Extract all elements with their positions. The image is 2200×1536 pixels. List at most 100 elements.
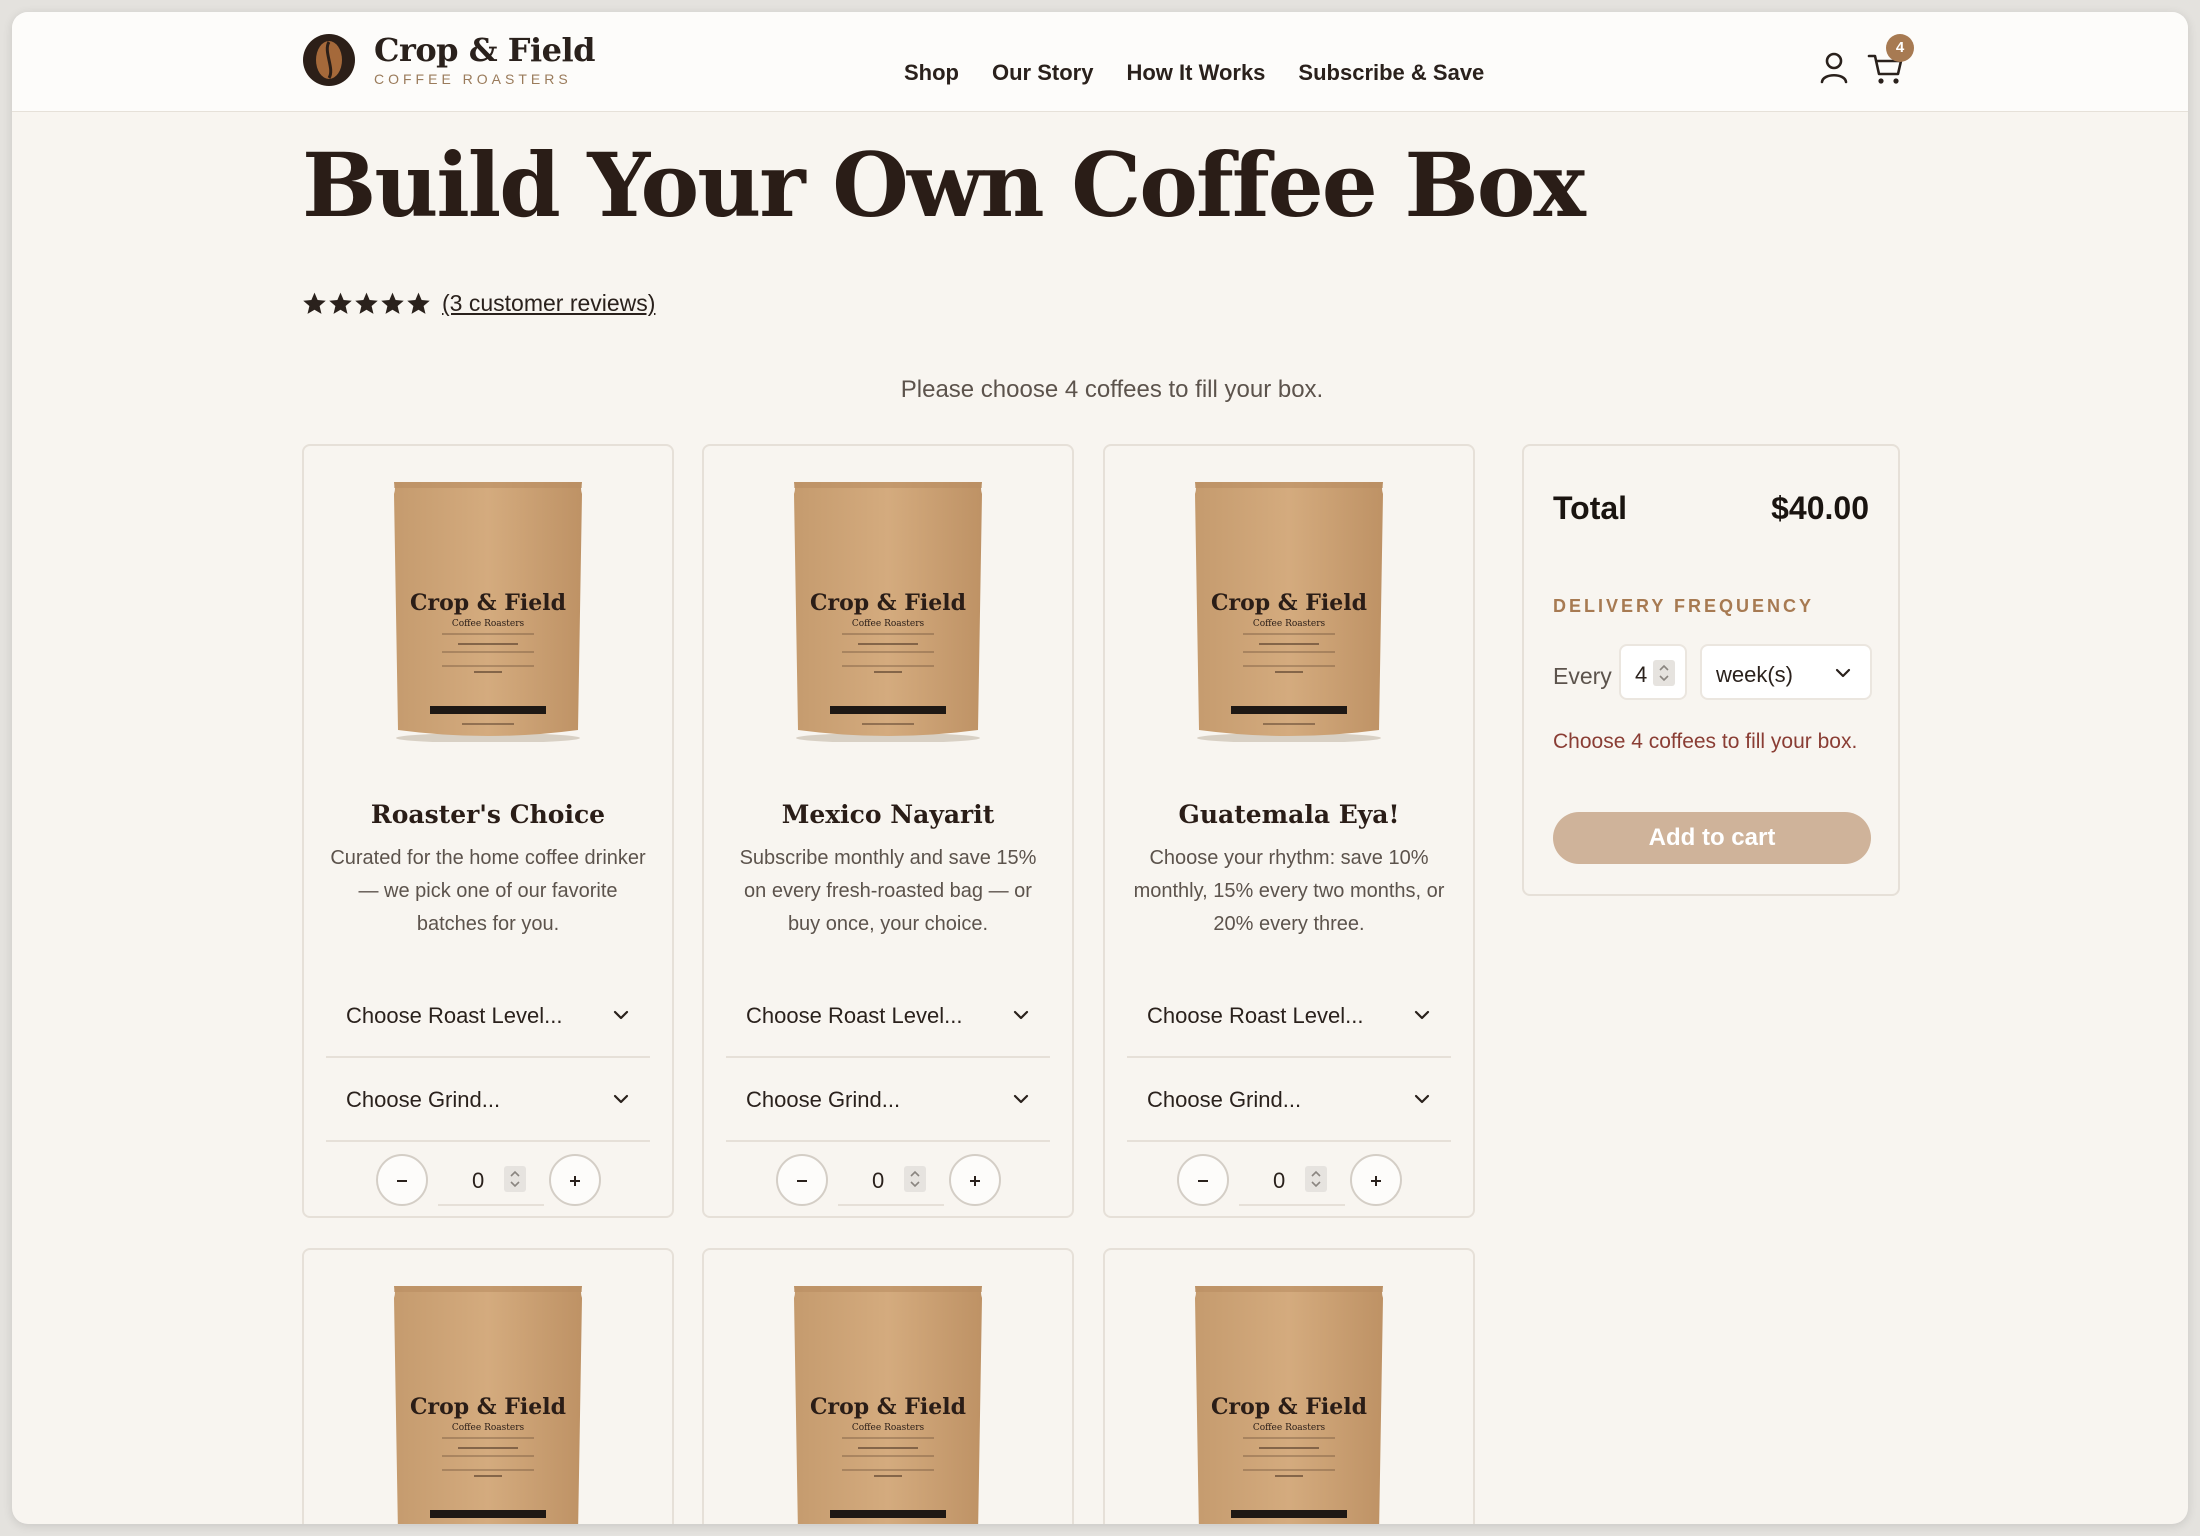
coffee-bag-image: Crop & Field Coffee Roasters: [1195, 1286, 1383, 1524]
minus-icon: [797, 1180, 807, 1182]
plus-icon: [570, 1176, 580, 1186]
brand-logo[interactable]: Crop & Field COFFEE ROASTERS: [302, 33, 595, 87]
number-spinner-icon[interactable]: [1305, 1166, 1327, 1192]
frequency-number-value: 4: [1635, 662, 1648, 687]
chevron-down-icon: [1013, 1094, 1029, 1104]
bag-sub-text: Coffee Roasters: [1253, 619, 1326, 629]
coffee-bag-image: Crop & Field Coffee Roasters: [794, 1286, 982, 1524]
increase-quantity-button[interactable]: [549, 1154, 601, 1206]
grind-value: Choose Grind...: [746, 1087, 901, 1112]
brand-name: Crop & Field: [374, 31, 595, 69]
decrease-quantity-button[interactable]: [776, 1154, 828, 1206]
user-icon[interactable]: [1812, 46, 1856, 90]
number-spinner-icon[interactable]: [904, 1166, 926, 1192]
grind-value: Choose Grind...: [346, 1087, 501, 1112]
quantity-value: 0: [872, 1168, 885, 1193]
grind-value: Choose Grind...: [1147, 1087, 1302, 1112]
grind-select[interactable]: Choose Grind...: [326, 1058, 650, 1142]
coffee-bag-image: Crop & Field Coffee Roasters: [394, 482, 582, 742]
nav-how-it-works[interactable]: How It Works: [1126, 60, 1265, 86]
total-value: $40.00: [1771, 490, 1869, 526]
every-label: Every: [1553, 663, 1612, 689]
delivery-frequency-label: DELIVERY FREQUENCY: [1553, 596, 1815, 616]
page-title: Build Your Own Coffee Box: [302, 133, 1586, 237]
chevron-down-icon: [1835, 668, 1851, 678]
roast-level-value: Choose Roast Level...: [746, 1003, 963, 1028]
product-card: Crop & Field Coffee Roasters: [1103, 1248, 1475, 1524]
order-summary: Total $40.00 DELIVERY FREQUENCY Every 4 …: [1522, 444, 1900, 896]
product-card: Crop & Field Coffee Roasters Mexico Naya…: [702, 444, 1074, 1218]
product-name: Mexico Nayarit: [781, 800, 995, 829]
product-rating: (3 customer reviews): [302, 290, 655, 317]
product-card: Crop & Field Coffee Roasters: [702, 1248, 1074, 1524]
bag-sub-text: Coffee Roasters: [1253, 1423, 1326, 1433]
cart-count-badge: 4: [1886, 34, 1914, 62]
product-name: Roaster's Choice: [370, 800, 606, 829]
bag-sub-text: Coffee Roasters: [452, 619, 525, 629]
quantity-input[interactable]: 0: [438, 1156, 544, 1206]
bag-sub-text: Coffee Roasters: [852, 619, 925, 629]
roast-level-value: Choose Roast Level...: [346, 1003, 563, 1028]
coffee-bag-image: Crop & Field Coffee Roasters: [794, 482, 982, 742]
bag-brand-text: Crop & Field: [810, 590, 966, 616]
bag-brand-text: Crop & Field: [410, 1394, 566, 1420]
total-label: Total: [1553, 490, 1628, 526]
quantity-value: 0: [472, 1168, 485, 1193]
increase-quantity-button[interactable]: [1350, 1154, 1402, 1206]
coffee-bag-image: Crop & Field Coffee Roasters: [1195, 482, 1383, 742]
coffee-bean-icon: [303, 34, 355, 86]
frequency-number-input[interactable]: 4: [1619, 644, 1687, 700]
chevron-down-icon: [1013, 1010, 1029, 1020]
quantity-stepper: 0: [704, 1150, 1072, 1210]
product-card: Crop & Field Coffee Roasters Guatemala E…: [1103, 444, 1475, 1218]
number-spinner-icon[interactable]: [504, 1166, 526, 1192]
number-spinner-icon[interactable]: [1653, 660, 1675, 686]
reviews-link[interactable]: (3 customer reviews): [442, 290, 655, 317]
main-nav: Shop Our Story How It Works Subscribe & …: [904, 60, 1517, 86]
add-to-cart-button[interactable]: Add to cart: [1553, 812, 1871, 864]
star-icon: [355, 292, 378, 314]
roast-level-select[interactable]: Choose Roast Level...: [326, 974, 650, 1058]
plus-icon: [1371, 1176, 1381, 1186]
decrease-quantity-button[interactable]: [1177, 1154, 1229, 1206]
product-description: Choose your rhythm: save 10% monthly, 15…: [1133, 847, 1445, 935]
rating-stars: [302, 291, 432, 316]
nav-subscribe-save[interactable]: Subscribe & Save: [1298, 60, 1484, 86]
star-icon: [303, 292, 326, 314]
quantity-stepper: 0: [304, 1150, 672, 1210]
chevron-down-icon: [1414, 1094, 1430, 1104]
roast-level-select[interactable]: Choose Roast Level...: [726, 974, 1050, 1058]
bag-brand-text: Crop & Field: [1211, 1394, 1367, 1420]
grind-select[interactable]: Choose Grind...: [726, 1058, 1050, 1142]
quantity-input[interactable]: 0: [838, 1156, 944, 1206]
bag-brand-text: Crop & Field: [1211, 590, 1367, 616]
star-icon: [407, 292, 430, 314]
product-card: Crop & Field Coffee Roasters Roaster's C…: [302, 444, 674, 1218]
decrease-quantity-button[interactable]: [376, 1154, 428, 1206]
chevron-down-icon: [613, 1010, 629, 1020]
frequency-unit-select[interactable]: week(s): [1700, 644, 1872, 700]
box-instructions: Please choose 4 coffees to fill your box…: [900, 376, 1324, 403]
bag-sub-text: Coffee Roasters: [852, 1423, 925, 1433]
nav-shop[interactable]: Shop: [904, 60, 959, 86]
brand-tagline: COFFEE ROASTERS: [374, 71, 572, 87]
browser-window: Crop & Field COFFEE ROASTERS Shop Our St…: [12, 12, 2188, 1524]
quantity-input[interactable]: 0: [1239, 1156, 1345, 1206]
site-header: Crop & Field COFFEE ROASTERS Shop Our St…: [12, 12, 2188, 112]
quantity-stepper: 0: [1105, 1150, 1473, 1210]
nav-our-story[interactable]: Our Story: [992, 60, 1093, 86]
roast-level-value: Choose Roast Level...: [1147, 1003, 1364, 1028]
plus-icon: [970, 1176, 980, 1186]
bag-brand-text: Crop & Field: [410, 590, 566, 616]
increase-quantity-button[interactable]: [949, 1154, 1001, 1206]
product-description: Subscribe monthly and save 15% on every …: [739, 847, 1037, 935]
box-warning-message: Choose 4 coffees to fill your box.: [1553, 730, 1858, 753]
frequency-unit-value: week(s): [1716, 662, 1794, 687]
star-icon: [329, 292, 352, 314]
product-name: Guatemala Eya!: [1178, 800, 1400, 829]
roast-level-select[interactable]: Choose Roast Level...: [1127, 974, 1451, 1058]
bag-brand-text: Crop & Field: [810, 1394, 966, 1420]
quantity-value: 0: [1273, 1168, 1286, 1193]
grind-select[interactable]: Choose Grind...: [1127, 1058, 1451, 1142]
minus-icon: [397, 1180, 407, 1182]
